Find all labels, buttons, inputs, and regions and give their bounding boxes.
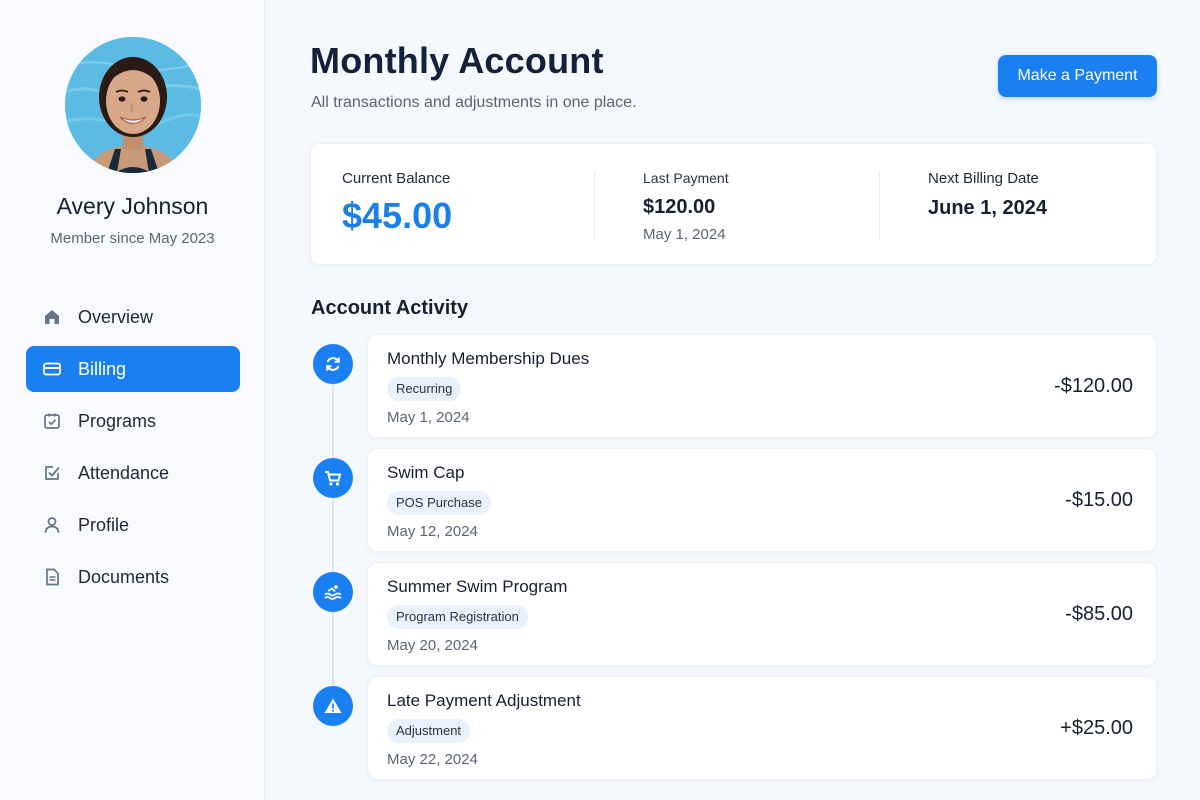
home-icon (42, 307, 62, 327)
activity-date: May 22, 2024 (387, 751, 478, 768)
activity-amount: -$15.00 (1065, 489, 1133, 511)
member-since: Member since May 2023 (50, 230, 215, 247)
account-activity-title: Account Activity (311, 297, 469, 319)
user-name: Avery Johnson (56, 193, 209, 219)
sidebar-item-label: Billing (78, 358, 127, 379)
avatar[interactable] (65, 37, 201, 173)
card-icon (42, 359, 62, 379)
last-payment-date: May 1, 2024 (643, 226, 726, 243)
sidebar-item-label: Documents (78, 566, 170, 587)
activity-tag: Program Registration (387, 605, 528, 629)
activity-date: May 1, 2024 (387, 409, 470, 426)
sidebar-item-billing[interactable]: Billing (26, 346, 240, 392)
activity-title: Monthly Membership Dues (387, 349, 590, 368)
sidebar-item-overview[interactable]: Overview (26, 294, 240, 340)
sidebar-item-label: Overview (78, 306, 154, 327)
next-billing-value: June 1, 2024 (928, 197, 1047, 219)
sidebar-item-documents[interactable]: Documents (26, 554, 240, 600)
activity-amount: +$25.00 (1060, 717, 1133, 739)
checkmark-square-icon (42, 463, 62, 483)
activity-title: Summer Swim Program (387, 577, 568, 596)
activity-item[interactable]: Late Payment Adjustment Adjustment May 2… (367, 676, 1157, 780)
activity-amount: -$120.00 (1054, 375, 1133, 397)
last-payment-label: Last Payment (643, 170, 729, 186)
last-payment-value: $120.00 (643, 196, 716, 218)
page-title: Monthly Account (310, 40, 604, 81)
activity-amount: -$85.00 (1065, 603, 1133, 625)
activity-tag: POS Purchase (387, 491, 491, 515)
current-balance-value: $45.00 (342, 195, 453, 236)
next-billing-label: Next Billing Date (928, 170, 1039, 187)
sidebar-item-label: Attendance (78, 462, 170, 483)
current-balance-label: Current Balance (342, 170, 451, 187)
activity-date: May 20, 2024 (387, 637, 478, 654)
sidebar-nav: Overview Billing Programs Attendance Pro… (26, 294, 240, 606)
calendar-check-icon (42, 411, 62, 431)
sidebar-item-attendance[interactable]: Attendance (26, 450, 240, 496)
activity-title: Late Payment Adjustment (387, 691, 581, 710)
sidebar: Avery Johnson Member since May 2023 Over… (0, 0, 265, 800)
activity-item[interactable]: Summer Swim Program Program Registration… (367, 562, 1157, 666)
warning-icon (313, 686, 353, 726)
sidebar-item-programs[interactable]: Programs (26, 398, 240, 444)
app: Avery Johnson Member since May 2023 Over… (0, 0, 1200, 800)
refresh-icon (313, 344, 353, 384)
sidebar-item-label: Programs (78, 410, 157, 431)
sidebar-item-label: Profile (78, 514, 130, 535)
sidebar-item-profile[interactable]: Profile (26, 502, 240, 548)
page-subtitle: All transactions and adjustments in one … (311, 94, 637, 111)
current-balance: Current Balance $45.00 (342, 170, 452, 237)
timeline-line (332, 385, 334, 715)
activity-item[interactable]: Swim Cap POS Purchase May 12, 2024 -$15.… (367, 448, 1157, 552)
account-summary-card: Current Balance $45.00 Last Payment $120… (310, 143, 1157, 265)
main-content: Monthly Account All transactions and adj… (265, 0, 1200, 800)
summary-divider (594, 171, 595, 241)
make-payment-button[interactable]: Make a Payment (998, 55, 1157, 97)
cart-icon (313, 458, 353, 498)
activity-tag: Recurring (387, 377, 462, 401)
summary-divider (879, 171, 880, 241)
activity-title: Swim Cap (387, 463, 465, 482)
activity-item[interactable]: Monthly Membership Dues Recurring May 1,… (367, 334, 1157, 438)
activity-tag: Adjustment (387, 719, 471, 743)
swim-icon (313, 572, 353, 612)
next-billing: Next Billing Date June 1, 2024 (928, 170, 1047, 220)
person-icon (42, 515, 62, 535)
activity-date: May 12, 2024 (387, 523, 478, 540)
document-icon (42, 567, 62, 587)
last-payment: Last Payment $120.00 May 1, 2024 (643, 170, 729, 243)
